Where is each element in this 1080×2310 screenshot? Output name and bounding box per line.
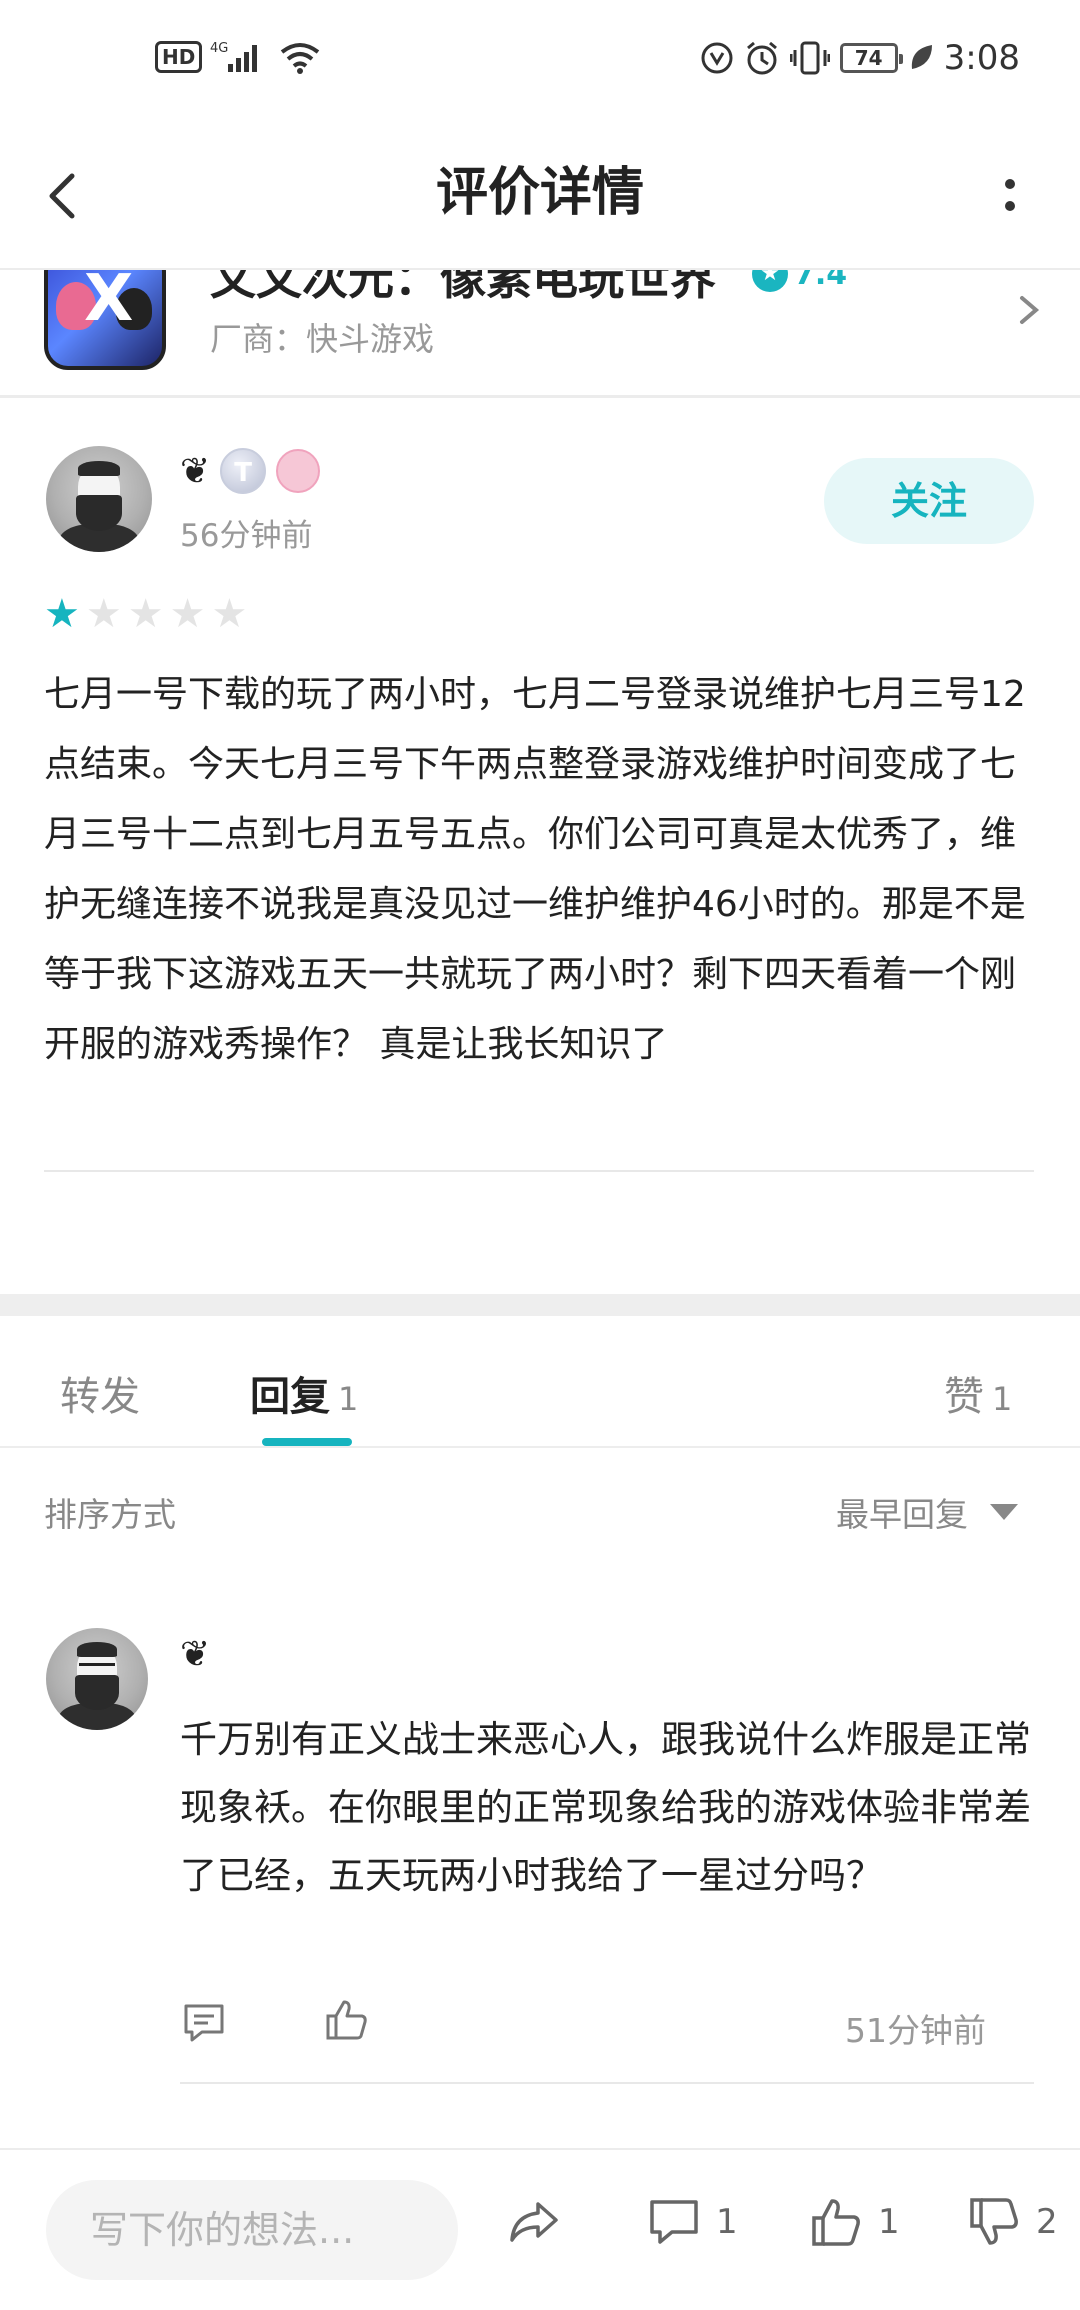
star-icon: ★ (44, 591, 80, 637)
status-left: HD 4G (155, 40, 322, 74)
more-icon (1005, 179, 1015, 211)
share-button[interactable] (506, 2194, 562, 2250)
divider (44, 1170, 1034, 1172)
comment-count: 1 (716, 2202, 738, 2242)
tab-repost[interactable]: 转发 (60, 1364, 140, 1422)
rating-stars: ★ ★ ★ ★ ★ (44, 594, 247, 634)
star-icon: ★ (211, 591, 248, 637)
comment-button[interactable]: 1 (646, 2194, 738, 2250)
like-icon[interactable] (322, 1996, 370, 2044)
game-icon: X (44, 268, 166, 370)
tab-indicator (262, 1438, 352, 1446)
avatar-beard (74, 1674, 120, 1710)
reply-time: 51分钟前 (845, 2011, 986, 2050)
dislike-icon (970, 2198, 1018, 2245)
tab-count: 1 (338, 1380, 359, 1418)
user-badges: ❦ T (180, 448, 321, 494)
reply-avatar[interactable] (46, 1628, 148, 1730)
comment-icon (650, 2200, 698, 2244)
sort-value: 最早回复 (836, 1495, 968, 1534)
like-icon (812, 2199, 860, 2246)
bottom-action-bar: 1 1 2 (0, 2148, 1080, 2310)
game-icon-x: X (84, 268, 134, 336)
star-icon: ★ (169, 591, 206, 637)
avatar-glasses (78, 1662, 116, 1671)
avatar-hair (77, 460, 121, 476)
game-score-value: 7.4 (794, 268, 848, 292)
caret-down-icon (990, 1504, 1018, 1520)
battery-indicator: 74 (839, 43, 903, 73)
signal-icon: 4G (210, 41, 258, 72)
game-vendor: 厂商：快斗游戏 (210, 320, 435, 358)
level-badge-icon: T (220, 448, 267, 494)
sort-label: 排序方式 (44, 1495, 176, 1534)
more-button[interactable] (988, 160, 1032, 230)
game-name: 文文次元：像素电玩世界 (210, 268, 716, 305)
chevron-right-icon (1020, 296, 1040, 324)
tab-likes[interactable]: 赞1 (944, 1364, 1012, 1422)
pink-badge-icon (276, 449, 321, 493)
alarm-icon (746, 41, 777, 75)
like-button[interactable]: 1 (808, 2194, 900, 2250)
dislike-count: 2 (1036, 2202, 1058, 2242)
review-time: 56分钟前 (180, 518, 313, 554)
hd-badge: HD (155, 41, 203, 73)
avatar-hair (76, 1642, 118, 1657)
apple-badge-icon: ❦ (180, 1634, 211, 1675)
game-score: ★ 7.4 (752, 268, 848, 292)
share-icon (510, 2202, 558, 2242)
like-count: 1 (878, 2202, 900, 2242)
apple-badge-icon: ❦ (180, 450, 211, 492)
reply-actions: 51分钟前 (180, 1998, 1040, 2058)
tab-count: 1 (992, 1380, 1013, 1418)
status-bar: HD 4G 74 3:08 (0, 0, 1080, 120)
status-right: 74 3:08 (700, 38, 1020, 78)
tab-bar: 转发 回复 1 赞1 (0, 1316, 1080, 1448)
sort-dropdown[interactable]: 最早回复 (836, 1488, 1018, 1536)
leaf-icon (911, 45, 932, 69)
comment-input[interactable] (46, 2180, 458, 2280)
divider (180, 2082, 1034, 2084)
score-star-icon: ★ (752, 270, 788, 292)
section-separator (0, 1294, 1080, 1316)
clock: 3:08 (943, 38, 1020, 78)
avatar-beard (75, 494, 123, 531)
follow-button[interactable]: 关注 (824, 458, 1034, 544)
game-info-row[interactable]: X 文文次元：像素电玩世界 ★ 7.4 厂商：快斗游戏 (0, 268, 1080, 398)
dislike-button[interactable]: 2 (966, 2194, 1058, 2250)
comment-icon[interactable] (180, 1998, 228, 2046)
tab-label: 转发 (60, 1374, 140, 1420)
tab-replies[interactable]: 回复 1 (250, 1364, 358, 1422)
nav-bar: 评价详情 (0, 120, 1080, 270)
review-body: 七月一号下载的玩了两小时，七月二号登录说维护七月三号12点结束。今天七月三号下午… (44, 674, 1026, 1065)
network-type: 4G (210, 41, 228, 56)
star-icon: ★ (127, 591, 164, 637)
nfc-icon (701, 42, 733, 74)
wifi-icon (281, 43, 320, 74)
star-icon: ★ (85, 591, 122, 637)
vibrate-icon (789, 41, 830, 75)
tab-label: 赞 (944, 1374, 984, 1420)
tab-label: 回复 (250, 1374, 330, 1420)
reply-body: 千万别有正义战士来恶心人，跟我说什么炸服是正常现象袄。在你眼里的正常现象给我的游… (180, 1718, 1031, 1897)
avatar[interactable] (46, 446, 152, 552)
page-title: 评价详情 (435, 163, 644, 223)
